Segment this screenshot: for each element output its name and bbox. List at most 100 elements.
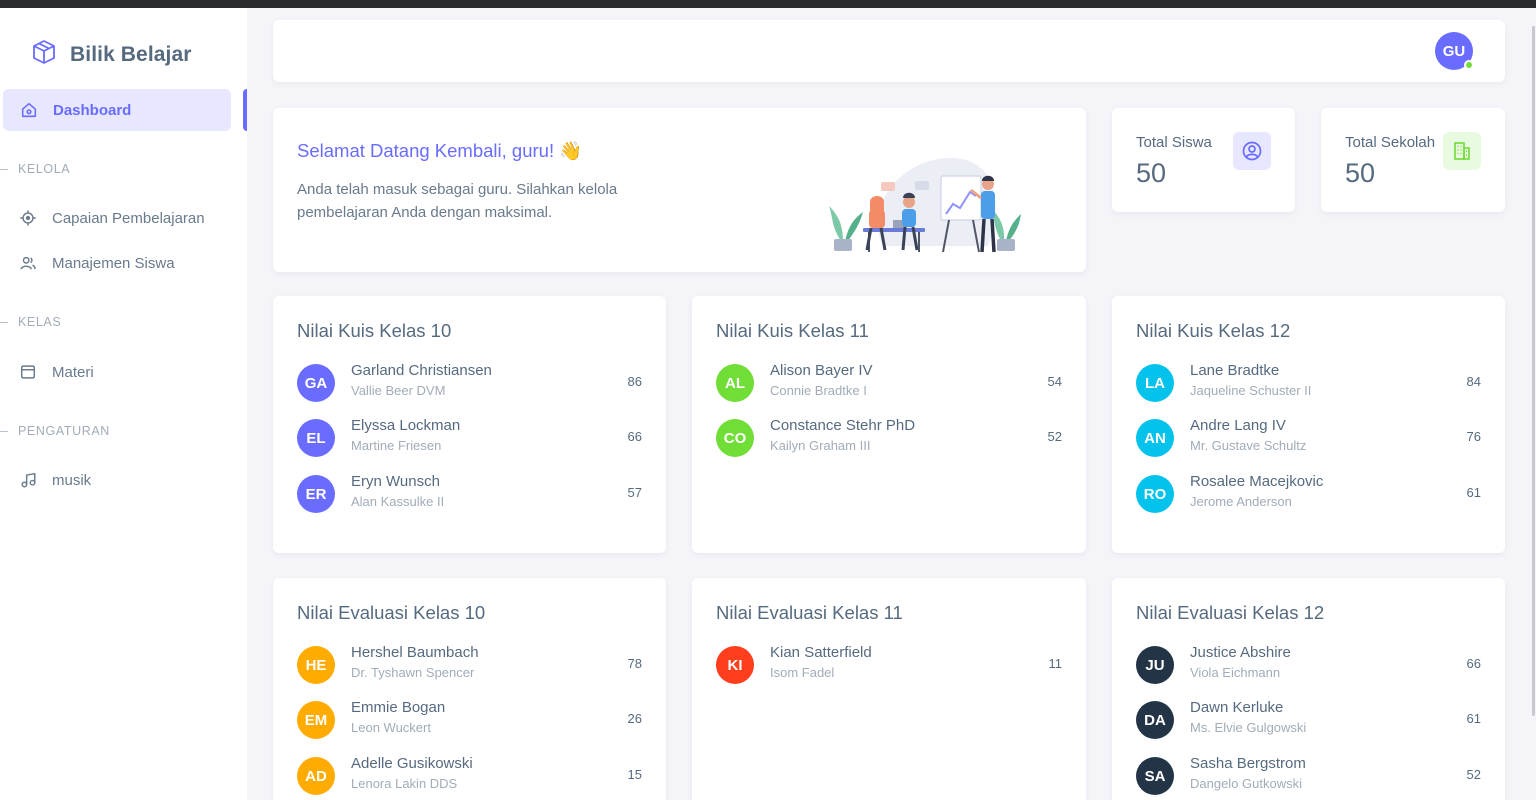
- score: 52: [1466, 767, 1481, 782]
- stat-label: Total Siswa: [1136, 134, 1212, 151]
- student-subtitle: Jaqueline Schuster II: [1190, 383, 1312, 398]
- list-item[interactable]: AD Adelle Gusikowski Lenora Lakin DDS 15: [297, 755, 642, 797]
- avatar: ER: [297, 475, 335, 513]
- list-card-nilai-kuis-kelas-12: Nilai Kuis Kelas 12 LA Lane Bradtke Jaqu…: [1112, 296, 1505, 553]
- page-scrollbar[interactable]: [1530, 8, 1536, 800]
- brand[interactable]: Bilik Belajar: [30, 38, 192, 71]
- student-subtitle: Alan Kassulke II: [351, 494, 445, 509]
- student-subtitle: Isom Fadel: [770, 665, 835, 680]
- list-card-nilai-evaluasi-kelas-10: Nilai Evaluasi Kelas 10 HE Hershel Baumb…: [273, 578, 666, 800]
- list-item[interactable]: SA Sasha Bergstrom Dangelo Gutkowski 52: [1136, 755, 1481, 797]
- card-title: Nilai Evaluasi Kelas 11: [716, 602, 903, 623]
- avatar-initials: GU: [1442, 42, 1466, 60]
- sidebar-item-capaian-pembelajaran[interactable]: Capaian Pembelajaran: [18, 208, 205, 228]
- sidebar-item-manajemen-siswa[interactable]: Manajemen Siswa: [18, 253, 175, 273]
- sidebar-item-label: Capaian Pembelajaran: [52, 209, 205, 227]
- list-item[interactable]: DA Dawn Kerluke Ms. Elvie Gulgowski 61: [1136, 699, 1481, 741]
- stat-card-total-siswa: Total Siswa 50: [1112, 108, 1295, 212]
- student-subtitle: Jerome Anderson: [1190, 494, 1292, 509]
- list-item[interactable]: JU Justice Abshire Viola Eichmann 66: [1136, 644, 1481, 686]
- student-subtitle: Leon Wuckert: [351, 720, 431, 735]
- stat-value: 50: [1136, 158, 1167, 188]
- student-subtitle: Connie Bradtke I: [770, 383, 867, 398]
- student-subtitle: Lenora Lakin DDS: [351, 776, 458, 791]
- score: 52: [1047, 429, 1062, 444]
- sidebar-item-label: Dashboard: [53, 101, 132, 119]
- student-name: Andre Lang IV: [1190, 417, 1286, 434]
- target-icon: [18, 208, 38, 228]
- student-subtitle: Vallie Beer DVM: [351, 383, 446, 398]
- user-circle-icon: [1233, 132, 1271, 170]
- stat-value: 50: [1345, 158, 1376, 188]
- list-item[interactable]: AN Andre Lang IV Mr. Gustave Schultz 76: [1136, 417, 1481, 459]
- student-name: Alison Bayer IV: [770, 362, 873, 379]
- active-indicator: [243, 89, 247, 131]
- list-item[interactable]: GA Garland Christiansen Vallie Beer DVM …: [297, 362, 642, 404]
- score: 61: [1466, 711, 1481, 726]
- sidebar-item-materi[interactable]: Materi: [18, 362, 94, 382]
- avatar: AN: [1136, 419, 1174, 457]
- avatar: DA: [1136, 701, 1174, 739]
- list-item[interactable]: KI Kian Satterfield Isom Fadel 11: [716, 644, 1062, 686]
- section-header-pengaturan: PENGATURAN: [0, 424, 110, 438]
- avatar: GA: [297, 364, 335, 402]
- score: 66: [627, 429, 642, 444]
- user-avatar[interactable]: GU: [1435, 32, 1474, 70]
- list-item[interactable]: ER Eryn Wunsch Alan Kassulke II 57: [297, 473, 642, 515]
- list-item[interactable]: EL Elyssa Lockman Martine Friesen 66: [297, 417, 642, 459]
- score: 86: [627, 374, 642, 389]
- list-item[interactable]: CO Constance Stehr PhD Kailyn Graham III…: [716, 417, 1062, 459]
- student-name: Adelle Gusikowski: [351, 755, 473, 772]
- card-title: Nilai Evaluasi Kelas 10: [297, 602, 486, 623]
- avatar: AD: [297, 757, 335, 795]
- sidebar-item-label: musik: [52, 471, 92, 489]
- online-status-dot: [1464, 60, 1474, 70]
- student-name: Hershel Baumbach: [351, 644, 479, 661]
- score: 57: [627, 485, 642, 500]
- window-icon: [18, 362, 38, 382]
- student-name: Dawn Kerluke: [1190, 699, 1284, 716]
- card-title: Nilai Kuis Kelas 12: [1136, 320, 1291, 341]
- student-subtitle: Ms. Elvie Gulgowski: [1190, 720, 1307, 735]
- box-icon: [30, 38, 58, 71]
- list-item[interactable]: AL Alison Bayer IV Connie Bradtke I 54: [716, 362, 1062, 404]
- top-navbar: GU: [273, 20, 1505, 82]
- card-title: Nilai Kuis Kelas 11: [716, 320, 869, 341]
- scrollbar-thumb[interactable]: [1532, 26, 1535, 716]
- list-item[interactable]: RO Rosalee Macejkovic Jerome Anderson 61: [1136, 473, 1481, 515]
- welcome-text: Anda telah masuk sebagai guru. Silahkan …: [297, 181, 618, 221]
- list-card-nilai-evaluasi-kelas-11: Nilai Evaluasi Kelas 11 KI Kian Satterfi…: [692, 578, 1086, 800]
- student-name: Eryn Wunsch: [351, 473, 440, 490]
- avatar: RO: [1136, 475, 1174, 513]
- list-item[interactable]: LA Lane Bradtke Jaqueline Schuster II 84: [1136, 362, 1481, 404]
- avatar: HE: [297, 646, 335, 684]
- student-name: Rosalee Macejkovic: [1190, 473, 1324, 490]
- sidebar-item-musik[interactable]: musik: [18, 470, 91, 490]
- student-subtitle: Mr. Gustave Schultz: [1190, 438, 1307, 453]
- card-title: Nilai Kuis Kelas 10: [297, 320, 452, 341]
- sidebar-item-dashboard[interactable]: Dashboard: [3, 89, 231, 131]
- sidebar-item-label: Manajemen Siswa: [52, 254, 175, 272]
- list-item[interactable]: EM Emmie Bogan Leon Wuckert 26: [297, 699, 642, 741]
- list-card-nilai-kuis-kelas-10: Nilai Kuis Kelas 10 GA Garland Christian…: [273, 296, 666, 553]
- score: 66: [1466, 656, 1481, 671]
- section-header-kelola: KELOLA: [0, 162, 70, 176]
- student-subtitle: Dangelo Gutkowski: [1190, 776, 1302, 791]
- stat-card-total-sekolah: Total Sekolah 50: [1321, 108, 1505, 212]
- student-name: Constance Stehr PhD: [770, 417, 916, 434]
- welcome-card: Selamat Datang Kembali, guru! 👋 Anda tel…: [273, 108, 1086, 272]
- sidebar: Bilik Belajar Dashboard KELOLA Capaian P…: [0, 8, 247, 800]
- card-title: Nilai Evaluasi Kelas 12: [1136, 602, 1325, 623]
- student-subtitle: Kailyn Graham III: [770, 438, 871, 453]
- student-name: Emmie Bogan: [351, 699, 446, 716]
- welcome-title: Selamat Datang Kembali, guru! 👋: [297, 140, 583, 161]
- list-item[interactable]: HE Hershel Baumbach Dr. Tyshawn Spencer …: [297, 644, 642, 686]
- section-header-kelas: KELAS: [0, 315, 61, 329]
- music-note-icon: [18, 470, 38, 490]
- brand-name: Bilik Belajar: [70, 42, 192, 66]
- score: 15: [627, 767, 642, 782]
- avatar: CO: [716, 419, 754, 457]
- avatar: SA: [1136, 757, 1174, 795]
- avatar: AL: [716, 364, 754, 402]
- score: 76: [1466, 429, 1481, 444]
